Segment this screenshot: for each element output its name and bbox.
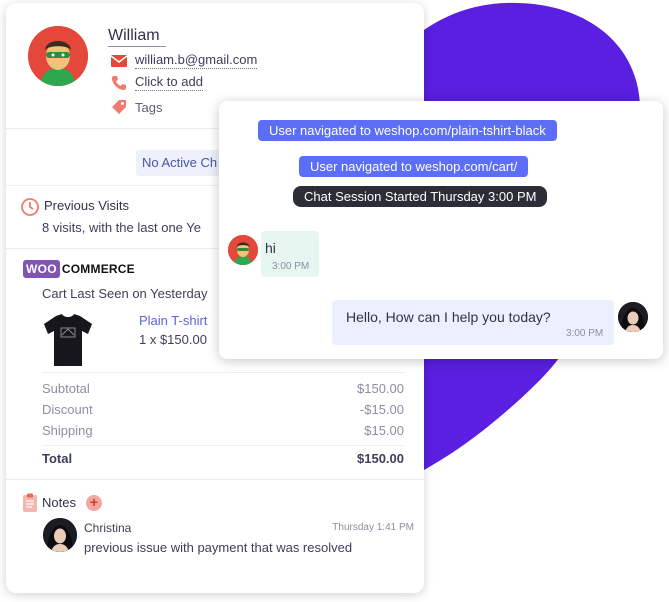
- divider: [42, 445, 404, 446]
- clipboard-icon: [22, 493, 38, 513]
- system-message-navigation: User navigated to weshop.com/plain-tshir…: [258, 120, 557, 141]
- envelope-icon: [110, 53, 128, 69]
- cart-last-seen: Cart Last Seen on Yesterday: [42, 286, 208, 301]
- notes-title: Notes: [42, 495, 76, 510]
- subtotal-label: Subtotal: [42, 381, 90, 396]
- shipping-label: Shipping: [42, 423, 93, 438]
- shipping-row: Shipping $15.00: [42, 423, 404, 438]
- tags-label[interactable]: Tags: [135, 100, 162, 115]
- visitor-avatar: [228, 235, 258, 265]
- contact-name: William: [108, 27, 160, 44]
- note-author-avatar: [43, 518, 77, 552]
- subtotal-value: $150.00: [357, 381, 404, 396]
- previous-visits-title: Previous Visits: [44, 198, 130, 213]
- tshirt-image: [38, 310, 98, 370]
- contact-phone[interactable]: Click to add: [135, 74, 203, 91]
- shipping-value: $15.00: [364, 423, 404, 438]
- incoming-message-text: hi: [265, 240, 276, 256]
- phone-icon: [110, 75, 128, 91]
- woo-badge: WOO: [23, 260, 60, 278]
- phone-row[interactable]: Click to add: [110, 74, 203, 91]
- contact-email[interactable]: william.b@gmail.com: [135, 52, 258, 69]
- total-value: $150.00: [357, 451, 404, 466]
- total-row: Total $150.00: [42, 451, 404, 466]
- incoming-message-time: 3:00 PM: [272, 261, 310, 272]
- previous-visits-text: 8 visits, with the last one Ye: [42, 220, 201, 235]
- name-underline: [108, 46, 166, 47]
- product-quantity: 1 x $150.00: [139, 332, 207, 347]
- product-name-link[interactable]: Plain T-shirt: [139, 313, 207, 328]
- system-message-session-start: Chat Session Started Thursday 3:00 PM: [293, 186, 548, 207]
- note-text: previous issue with payment that was res…: [84, 540, 353, 555]
- total-label: Total: [42, 451, 73, 466]
- discount-value: -$15.00: [359, 402, 404, 417]
- tag-icon: [110, 99, 128, 115]
- contact-avatar: [28, 26, 88, 86]
- woo-text: COMMERCE: [61, 262, 135, 276]
- history-clock-icon: [20, 197, 40, 217]
- note-author: Christina: [84, 521, 132, 535]
- plus-icon[interactable]: +: [86, 495, 102, 511]
- divider: [6, 479, 424, 480]
- discount-label: Discount: [42, 402, 93, 417]
- outgoing-message-text: Hello, How can I help you today?: [346, 309, 551, 325]
- tags-row[interactable]: Tags: [110, 99, 162, 115]
- discount-row: Discount -$15.00: [42, 402, 404, 417]
- email-row[interactable]: william.b@gmail.com: [110, 52, 258, 69]
- agent-avatar: [618, 302, 648, 332]
- subtotal-row: Subtotal $150.00: [42, 381, 404, 396]
- note-timestamp: Thursday 1:41 PM: [332, 522, 414, 533]
- woocommerce-logo: WOO COMMERCE: [23, 259, 135, 279]
- outgoing-message-time: 3:00 PM: [566, 328, 604, 339]
- chat-panel: User navigated to weshop.com/plain-tshir…: [219, 101, 663, 359]
- system-message-navigation: User navigated to weshop.com/cart/: [299, 156, 529, 177]
- divider: [42, 372, 404, 373]
